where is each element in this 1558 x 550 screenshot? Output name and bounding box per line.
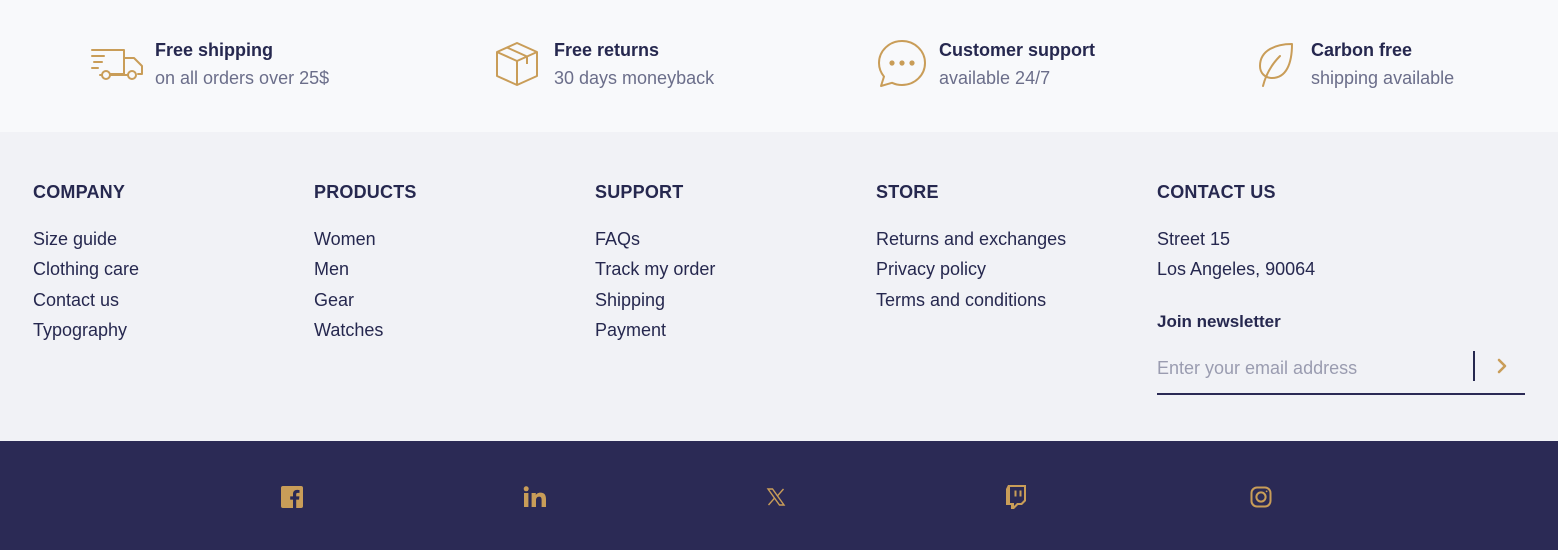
footer-column-products: PRODUCTS Women Men Gear Watches	[314, 182, 417, 345]
feature-title: Free returns	[554, 40, 660, 60]
footer-link[interactable]: Returns and exchanges	[876, 224, 1066, 254]
box-icon	[494, 36, 540, 92]
column-heading: SUPPORT	[595, 182, 684, 202]
newsletter-submit-button[interactable]	[1487, 351, 1517, 381]
social-bar	[0, 441, 1558, 550]
footer-link[interactable]: FAQs	[595, 224, 715, 254]
footer-column-company: COMPANY Size guide Clothing care Contact…	[33, 182, 139, 345]
footer-link[interactable]: Gear	[314, 285, 417, 315]
feature-title: Carbon free	[1311, 40, 1413, 60]
column-heading: PRODUCTS	[314, 182, 417, 202]
x-icon[interactable]	[764, 485, 788, 509]
footer-link[interactable]: Clothing care	[33, 254, 139, 284]
feature-subtitle: 30 days moneyback	[554, 68, 715, 88]
footer-link[interactable]: Contact us	[33, 285, 139, 315]
footer-links: COMPANY Size guide Clothing care Contact…	[0, 132, 1558, 441]
footer-link[interactable]: Watches	[314, 315, 417, 345]
address-line: Los Angeles, 90064	[1157, 259, 1316, 280]
feature-title: Customer support	[939, 40, 1096, 60]
linkedin-icon[interactable]	[523, 485, 547, 509]
footer-column-store: STORE Returns and exchanges Privacy poli…	[876, 182, 1066, 315]
feature-title: Free shipping	[155, 40, 274, 60]
chat-bubble-icon	[876, 36, 928, 92]
column-heading: COMPANY	[33, 182, 126, 202]
footer-link[interactable]: Terms and conditions	[876, 285, 1066, 315]
truck-icon	[90, 36, 146, 92]
newsletter-title: Join newsletter	[1157, 312, 1281, 331]
feature-subtitle: shipping available	[1311, 68, 1455, 88]
footer-link[interactable]: Track my order	[595, 254, 715, 284]
footer-link[interactable]: Shipping	[595, 285, 715, 315]
column-heading: STORE	[876, 182, 939, 202]
footer-link[interactable]: Payment	[595, 315, 715, 345]
newsletter-email-input[interactable]	[1157, 351, 1467, 385]
twitch-icon[interactable]	[1004, 485, 1028, 509]
footer-link[interactable]: Women	[314, 224, 417, 254]
footer-link[interactable]: Men	[314, 254, 417, 284]
footer-link[interactable]: Typography	[33, 315, 139, 345]
facebook-icon[interactable]	[280, 485, 304, 509]
feature-subtitle: available 24/7	[939, 68, 1051, 88]
features-strip: Free shipping on all orders over 25$ Fre…	[0, 0, 1558, 132]
footer-column-support: SUPPORT FAQs Track my order Shipping Pay…	[595, 182, 715, 345]
newsletter-form	[1157, 347, 1525, 395]
footer-link[interactable]: Privacy policy	[876, 254, 1066, 284]
footer-column-contact: CONTACT US Street 15 Los Angeles, 90064	[1157, 182, 1315, 285]
feature-subtitle: on all orders over 25$	[155, 68, 330, 88]
address-line: Street 15	[1157, 229, 1231, 249]
instagram-icon[interactable]	[1249, 485, 1273, 509]
leaf-icon	[1256, 36, 1296, 92]
column-heading: CONTACT US	[1157, 182, 1276, 202]
chevron-right-icon	[1497, 358, 1507, 374]
input-divider	[1473, 351, 1475, 381]
footer-link[interactable]: Size guide	[33, 224, 139, 254]
